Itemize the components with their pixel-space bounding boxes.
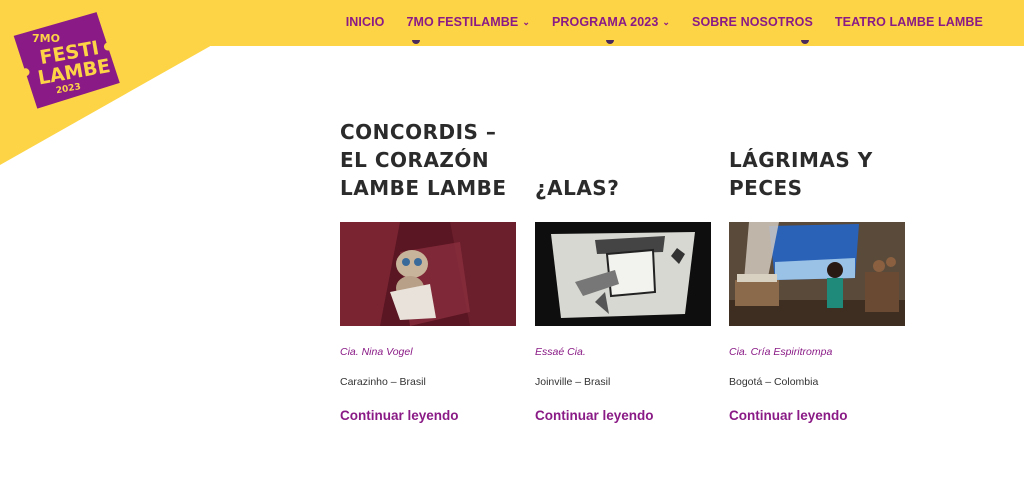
- chevron-down-icon: ⌄: [662, 16, 671, 27]
- nav-item-label: 7MO FESTILAMBE: [406, 15, 519, 29]
- show-card: CONCORDIS – EL CORAZÓN LAMBE LAMBE Cia. …: [340, 118, 518, 423]
- show-location: Joinville – Brasil: [535, 376, 611, 388]
- nav-item-teatro-lambe-lambe[interactable]: TEATRO LAMBE LAMBE: [824, 15, 994, 29]
- company-name: Essaé Cia.: [535, 346, 586, 358]
- show-card: ¿ALAS? Essaé Cia. Joinville – Brasil Con…: [535, 118, 713, 423]
- show-title[interactable]: LÁGRIMAS Y PECES: [729, 118, 907, 202]
- show-title[interactable]: ¿ALAS?: [535, 118, 713, 202]
- nav-item-label: INICIO: [345, 15, 385, 29]
- read-more-link[interactable]: Continuar leyendo: [535, 408, 713, 423]
- logo-edition: 7MO: [32, 32, 60, 45]
- nav-item-inicio[interactable]: INICIO: [335, 15, 396, 29]
- nav-item-label: TEATRO LAMBE LAMBE: [834, 15, 983, 29]
- nav-item-sobre-nosotros[interactable]: SOBRE NOSOTROS: [681, 15, 824, 29]
- show-location: Carazinho – Brasil: [340, 376, 426, 388]
- nav-item-label: PROGRAMA 2023: [551, 15, 659, 29]
- company-name: Cia. Nina Vogel: [340, 346, 413, 358]
- show-image[interactable]: [340, 222, 516, 326]
- read-more-link[interactable]: Continuar leyendo: [729, 408, 907, 423]
- nav-item-programa[interactable]: PROGRAMA 2023 ⌄: [541, 15, 681, 29]
- nav-item-festilambe[interactable]: 7MO FESTILAMBE ⌄: [395, 15, 540, 29]
- show-image[interactable]: [535, 222, 711, 326]
- company-name: Cia. Cría Espiritrompa: [729, 346, 833, 358]
- show-image[interactable]: [729, 222, 905, 326]
- show-location: Bogotá – Colombia: [729, 376, 819, 388]
- nav-item-label: SOBRE NOSOTROS: [692, 15, 813, 29]
- festilambe-logo[interactable]: 7MO FESTI LAMBE 2023 VALPARAÍSO - CHILE: [6, 6, 122, 116]
- show-title[interactable]: CONCORDIS – EL CORAZÓN LAMBE LAMBE: [340, 118, 518, 202]
- main-nav: INICIO 7MO FESTILAMBE ⌄ PROGRAMA 2023 ⌄ …: [335, 0, 994, 44]
- chevron-down-icon: ⌄: [522, 16, 530, 27]
- show-card: LÁGRIMAS Y PECES Cia. Cría Espiritrompa …: [729, 118, 907, 423]
- read-more-link[interactable]: Continuar leyendo: [340, 408, 518, 423]
